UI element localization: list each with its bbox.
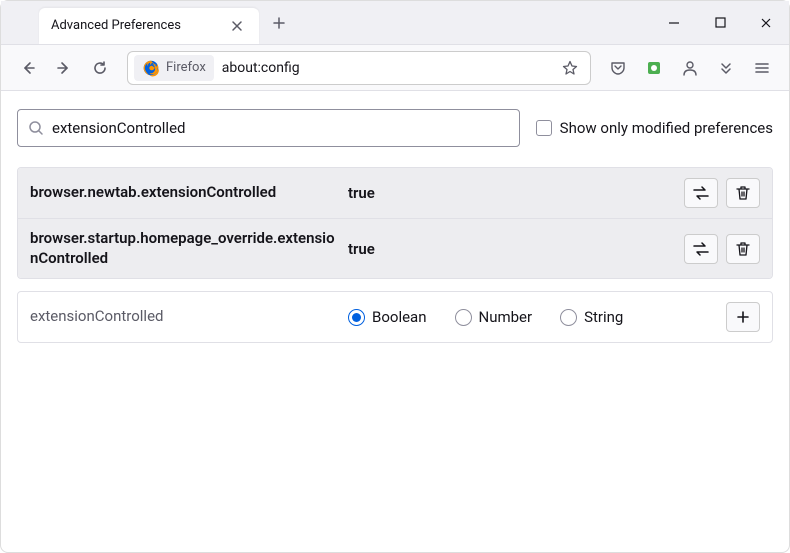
browser-tab[interactable]: Advanced Preferences xyxy=(39,8,259,44)
config-content: Show only modified preferences browser.n… xyxy=(1,91,789,361)
pref-actions xyxy=(684,178,760,208)
radio-icon xyxy=(348,309,365,326)
new-pref-row: extensionControlled Boolean Number Strin… xyxy=(17,291,773,343)
tab-title: Advanced Preferences xyxy=(51,18,227,33)
minimize-icon xyxy=(668,17,680,29)
pref-name: browser.startup.homepage_override.extens… xyxy=(30,229,340,268)
radio-icon xyxy=(455,309,472,326)
close-window-button[interactable] xyxy=(743,1,789,45)
checkbox-icon xyxy=(536,120,552,136)
forward-button[interactable] xyxy=(47,51,81,85)
account-icon xyxy=(681,59,699,77)
search-row: Show only modified preferences xyxy=(17,109,773,147)
radio-label: Number xyxy=(479,308,533,326)
pref-name: browser.newtab.extensionControlled xyxy=(30,183,340,203)
toggle-icon xyxy=(692,186,710,200)
close-icon xyxy=(231,20,243,32)
titlebar: Advanced Preferences xyxy=(1,1,789,45)
extension-icon xyxy=(646,60,662,76)
add-button[interactable] xyxy=(726,302,760,332)
minimize-button[interactable] xyxy=(651,1,697,45)
pref-actions xyxy=(726,302,760,332)
url-text[interactable]: about:config xyxy=(214,60,556,76)
trash-icon xyxy=(736,241,750,257)
search-icon xyxy=(28,120,44,136)
chevron-double-icon xyxy=(718,60,734,76)
search-input[interactable] xyxy=(52,119,509,137)
radio-label: String xyxy=(584,308,623,326)
pocket-button[interactable] xyxy=(601,51,635,85)
back-button[interactable] xyxy=(11,51,45,85)
hamburger-icon xyxy=(754,60,770,76)
new-pref-name: extensionControlled xyxy=(30,307,340,327)
pocket-icon xyxy=(610,60,626,76)
plus-icon xyxy=(736,310,750,324)
plus-icon xyxy=(272,16,286,30)
radio-label: Boolean xyxy=(372,308,427,326)
navigation-toolbar: Firefox about:config xyxy=(1,45,789,91)
identity-label: Firefox xyxy=(166,60,206,75)
reload-button[interactable] xyxy=(83,51,117,85)
menu-button[interactable] xyxy=(745,51,779,85)
pref-value: true xyxy=(340,184,684,202)
toggle-icon xyxy=(692,242,710,256)
toggle-button[interactable] xyxy=(684,234,718,264)
account-button[interactable] xyxy=(673,51,707,85)
radio-number[interactable]: Number xyxy=(455,308,533,326)
toggle-button[interactable] xyxy=(684,178,718,208)
new-tab-button[interactable] xyxy=(265,9,293,37)
identity-box[interactable]: Firefox xyxy=(134,55,214,81)
pref-row[interactable]: browser.newtab.extensionControlled true xyxy=(18,168,772,219)
radio-string[interactable]: String xyxy=(560,308,623,326)
radio-boolean[interactable]: Boolean xyxy=(348,308,427,326)
firefox-icon xyxy=(142,59,160,77)
arrow-right-icon xyxy=(56,60,72,76)
reload-icon xyxy=(92,60,108,76)
window-controls xyxy=(651,1,789,45)
pref-row[interactable]: browser.startup.homepage_override.extens… xyxy=(18,219,772,278)
maximize-icon xyxy=(715,17,726,28)
pref-actions xyxy=(684,234,760,264)
arrow-left-icon xyxy=(20,60,36,76)
close-tab-button[interactable] xyxy=(227,16,247,36)
show-modified-checkbox[interactable]: Show only modified preferences xyxy=(536,119,773,137)
type-radio-group: Boolean Number String xyxy=(340,308,726,326)
trash-icon xyxy=(736,185,750,201)
star-icon xyxy=(562,60,578,76)
close-icon xyxy=(760,17,772,29)
radio-icon xyxy=(560,309,577,326)
search-box[interactable] xyxy=(17,109,520,147)
pref-value: true xyxy=(340,240,684,258)
delete-button[interactable] xyxy=(726,234,760,264)
preferences-list: browser.newtab.extensionControlled true … xyxy=(17,167,773,279)
pref-row: extensionControlled Boolean Number Strin… xyxy=(18,292,772,342)
extension-button[interactable] xyxy=(637,51,671,85)
url-bar[interactable]: Firefox about:config xyxy=(127,51,591,85)
checkbox-label: Show only modified preferences xyxy=(560,119,773,137)
overflow-button[interactable] xyxy=(709,51,743,85)
bookmark-button[interactable] xyxy=(556,54,584,82)
maximize-button[interactable] xyxy=(697,1,743,45)
delete-button[interactable] xyxy=(726,178,760,208)
